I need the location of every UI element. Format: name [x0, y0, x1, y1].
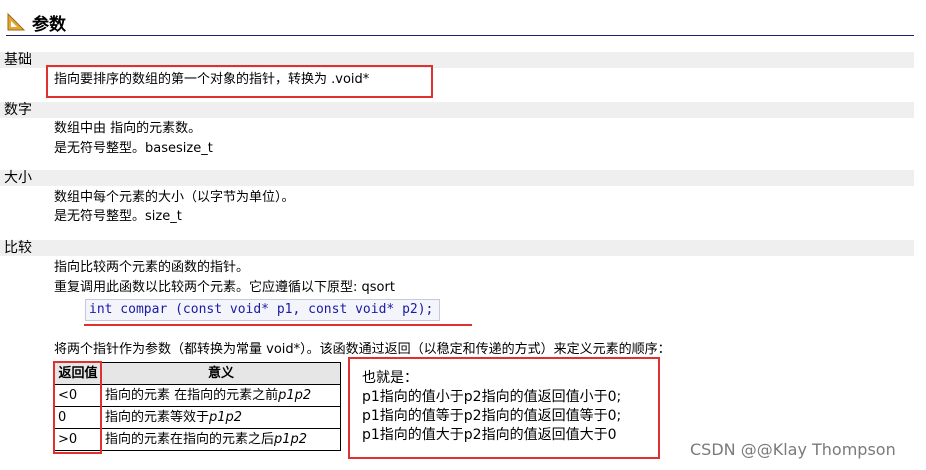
page-title: 参数	[32, 14, 66, 35]
compare-description-1: 指向比较两个元素的函数的指针。	[54, 260, 250, 275]
meaning-text: 指向的元素等效于	[105, 410, 210, 425]
term-num: 数字	[4, 102, 32, 118]
note-box: 也就是： p1指向的值小于p2指向的值返回值小于0; p1指向的值等于p2指向的…	[348, 357, 660, 459]
highlight-box-return-column	[53, 361, 102, 454]
code-prototype: int compar (const void* p1, const void* …	[85, 299, 440, 321]
term-bar-compare	[0, 240, 914, 256]
meaning-italic: p1p2	[274, 432, 308, 447]
table-cell-meaning: 指向的元素等效于p1p2	[101, 406, 341, 429]
num-description-2: 是无符号整型。basesize_t	[54, 141, 213, 156]
note-line: p1指向的值等于p2指向的值返回值等于0;	[362, 408, 622, 424]
code-underline	[84, 324, 472, 326]
meaning-text: 指向的元素 在指向的元素之前	[105, 388, 279, 403]
num-description-1: 数组中由 指向的元素数。	[54, 121, 202, 136]
section-header: 参数	[6, 10, 66, 35]
term-size: 大小	[4, 170, 32, 186]
term-bar-num	[0, 102, 914, 118]
size-description-2: 是无符号整型。size_t	[54, 209, 182, 224]
table-header-meaning: 意义	[101, 362, 341, 385]
highlight-box-base	[46, 65, 433, 98]
meaning-text: 指向的元素在指向的元素之后	[105, 432, 275, 447]
note-line: p1指向的值小于p2指向的值返回值小于0;	[362, 389, 622, 405]
term-base: 基础	[4, 52, 32, 68]
compare-description-2: 重复调用此函数以比较两个元素。它应遵循以下原型: qsort	[54, 280, 395, 295]
meaning-italic: p1p2	[209, 410, 243, 425]
table-cell-meaning: 指向的元素 在指向的元素之前p1p2	[101, 384, 341, 407]
size-description-1: 数组中每个元素的大小（以字节为单位）。	[54, 190, 295, 205]
ruler-triangle-icon	[7, 12, 26, 31]
term-compare: 比较	[4, 240, 32, 256]
note-line: p1指向的值大于p2指向的值返回值大于0	[362, 427, 617, 443]
term-bar-size	[0, 170, 914, 186]
watermark: CSDN @@Klay Thompson	[690, 440, 896, 459]
table-cell-meaning: 指向的元素在指向的元素之后p1p2	[101, 428, 341, 451]
title-divider	[6, 35, 914, 36]
note-line: 也就是：	[362, 370, 418, 386]
meaning-italic: p1p2	[278, 388, 312, 403]
